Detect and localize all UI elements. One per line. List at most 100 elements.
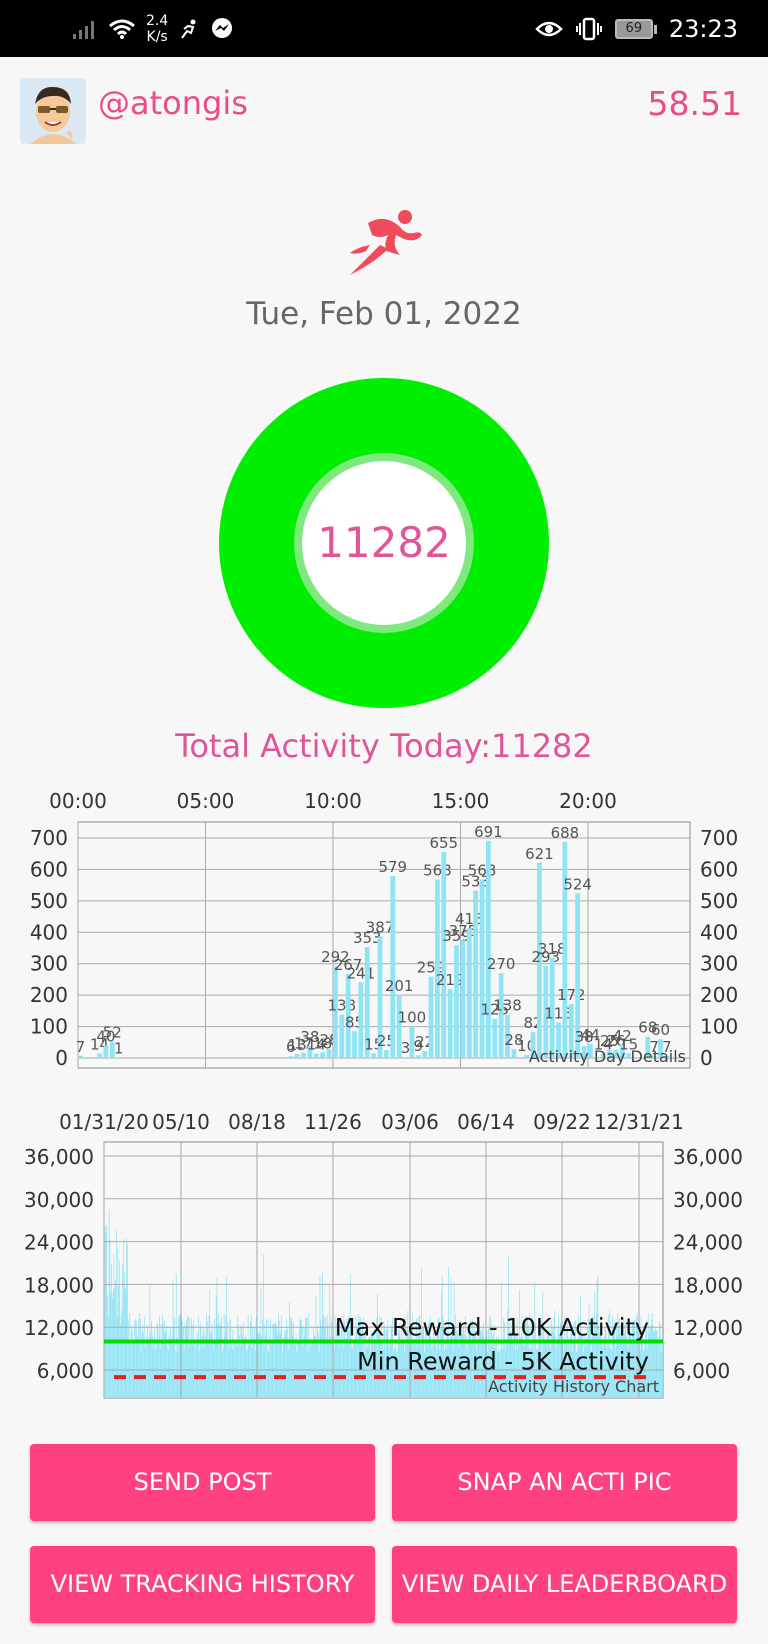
chart2-bar <box>230 1318 231 1398</box>
chart2-bar <box>148 1339 150 1398</box>
chart2-bar <box>269 1340 271 1398</box>
chart2-bar <box>126 1238 128 1398</box>
chart2-bar <box>105 1231 107 1398</box>
chart1-y-tick-right: 300 <box>700 952 738 976</box>
chart1-bar <box>498 973 504 1058</box>
chart2-bar <box>191 1318 192 1398</box>
chart1-bar <box>371 1053 377 1058</box>
chart2-bar <box>213 1350 215 1398</box>
chart2-bar <box>139 1318 141 1398</box>
chart1-bar <box>403 1057 408 1058</box>
chart2-bar <box>225 1315 227 1398</box>
send-post-button[interactable]: SEND POST <box>30 1444 375 1521</box>
chart2-bar <box>276 1328 278 1398</box>
chart2-bar <box>194 1343 195 1398</box>
chart2-bar <box>201 1347 203 1398</box>
chart2-bar <box>188 1347 190 1398</box>
chart2-bar <box>151 1320 152 1398</box>
chart1-bar <box>511 1049 517 1058</box>
chart1-x-tick: 00:00 <box>49 789 107 813</box>
chart2-bar <box>251 1348 253 1398</box>
avatar[interactable] <box>20 78 86 144</box>
chart2-bar <box>160 1323 162 1398</box>
chart2-bar <box>205 1335 207 1398</box>
username[interactable]: @atongis <box>98 84 248 122</box>
chart2-bar <box>119 1325 121 1398</box>
chart2-bar <box>169 1337 171 1398</box>
chart2-bar <box>129 1313 131 1398</box>
chart1-bar <box>301 1052 306 1058</box>
chart2-bar <box>216 1278 218 1398</box>
chart2-bar <box>187 1317 189 1398</box>
chart2-bar <box>239 1346 241 1398</box>
chart2-x-tick: 01/31/20 <box>59 1110 149 1134</box>
chart2-bar <box>274 1324 275 1398</box>
chart2-bar <box>266 1349 268 1398</box>
chart1-bar-label: 172 <box>557 986 586 1004</box>
chart2-bar <box>331 1323 333 1398</box>
vibrate-icon <box>575 17 602 41</box>
chart1-y-tick-right: 100 <box>700 1015 738 1039</box>
chart1-bar-label: 201 <box>385 977 414 995</box>
chart2-bar <box>340 1343 342 1398</box>
view-tracking-history-button[interactable]: VIEW TRACKING HISTORY <box>30 1546 375 1623</box>
network-speed-unit: K/s <box>146 29 168 45</box>
chart2-bar <box>246 1348 248 1398</box>
chart2-bar <box>170 1327 172 1398</box>
chart2-x-tick: 09/22 <box>533 1110 591 1134</box>
chart1-y-tick-left: 700 <box>30 826 68 850</box>
chart2-y-tick-right: 36,000 <box>673 1145 743 1169</box>
chart2-bar <box>158 1343 160 1398</box>
chart2-bar <box>316 1339 318 1398</box>
snap-pic-button[interactable]: SNAP AN ACTI PIC <box>392 1444 737 1521</box>
chart2-bar <box>338 1348 340 1398</box>
chart2-bar <box>215 1296 217 1398</box>
chart2-bar <box>262 1319 263 1398</box>
chart2-bar <box>440 1292 442 1398</box>
chart1-y-tick-left: 300 <box>30 952 68 976</box>
chart2-bar <box>171 1335 173 1398</box>
chart1-bar <box>313 1053 319 1058</box>
chart1-bar <box>103 1045 109 1058</box>
chart2-bar <box>302 1346 304 1398</box>
chart2-bar <box>199 1321 201 1398</box>
view-daily-leaderboard-button[interactable]: VIEW DAILY LEADERBOARD <box>392 1546 737 1623</box>
chart2-bar <box>135 1318 136 1398</box>
chart2-bar <box>104 1225 106 1398</box>
chart1-y-tick-right: 400 <box>700 920 738 944</box>
total-activity-label: Total Activity Today:11282 <box>175 727 593 765</box>
chart2-title: Activity History Chart <box>488 1377 659 1396</box>
chart2-bar <box>267 1319 269 1398</box>
chart2-bar <box>353 1337 355 1398</box>
chart2-bar <box>156 1321 158 1398</box>
network-speed-value: 2.4 <box>146 13 169 29</box>
chart2-bar <box>290 1317 292 1398</box>
chart2-bar <box>291 1321 293 1398</box>
chart2-bar <box>185 1326 187 1398</box>
chart2-bar <box>179 1313 181 1398</box>
chart2-bar <box>183 1348 185 1398</box>
battery-icon: 69 <box>614 19 657 39</box>
wifi-icon <box>109 19 135 39</box>
chart2-bar <box>298 1343 299 1398</box>
chart2-bar <box>254 1326 255 1398</box>
chart2-bar <box>249 1343 251 1398</box>
chart1-x-tick: 05:00 <box>177 789 235 813</box>
chart1-bar <box>288 1056 294 1058</box>
chart2-bar <box>324 1326 326 1398</box>
chart2-bar <box>107 1296 108 1398</box>
chart2-bar <box>175 1350 176 1398</box>
chart2-bar <box>147 1337 149 1398</box>
chart2-y-tick-right: 30,000 <box>673 1188 743 1212</box>
chart1-bar <box>486 840 491 1058</box>
chart1-y-tick-right: 600 <box>700 857 738 881</box>
chart2-bar <box>319 1275 321 1398</box>
chart2-bar <box>661 1345 663 1398</box>
chart2-bar <box>297 1339 298 1398</box>
chart2-bar <box>226 1276 227 1398</box>
chart2-bar <box>174 1317 175 1398</box>
chart2-bar <box>131 1325 132 1398</box>
chart2-bar <box>326 1338 327 1398</box>
chart2-bar <box>217 1323 219 1398</box>
chart1-bar-label: 100 <box>398 1009 427 1027</box>
